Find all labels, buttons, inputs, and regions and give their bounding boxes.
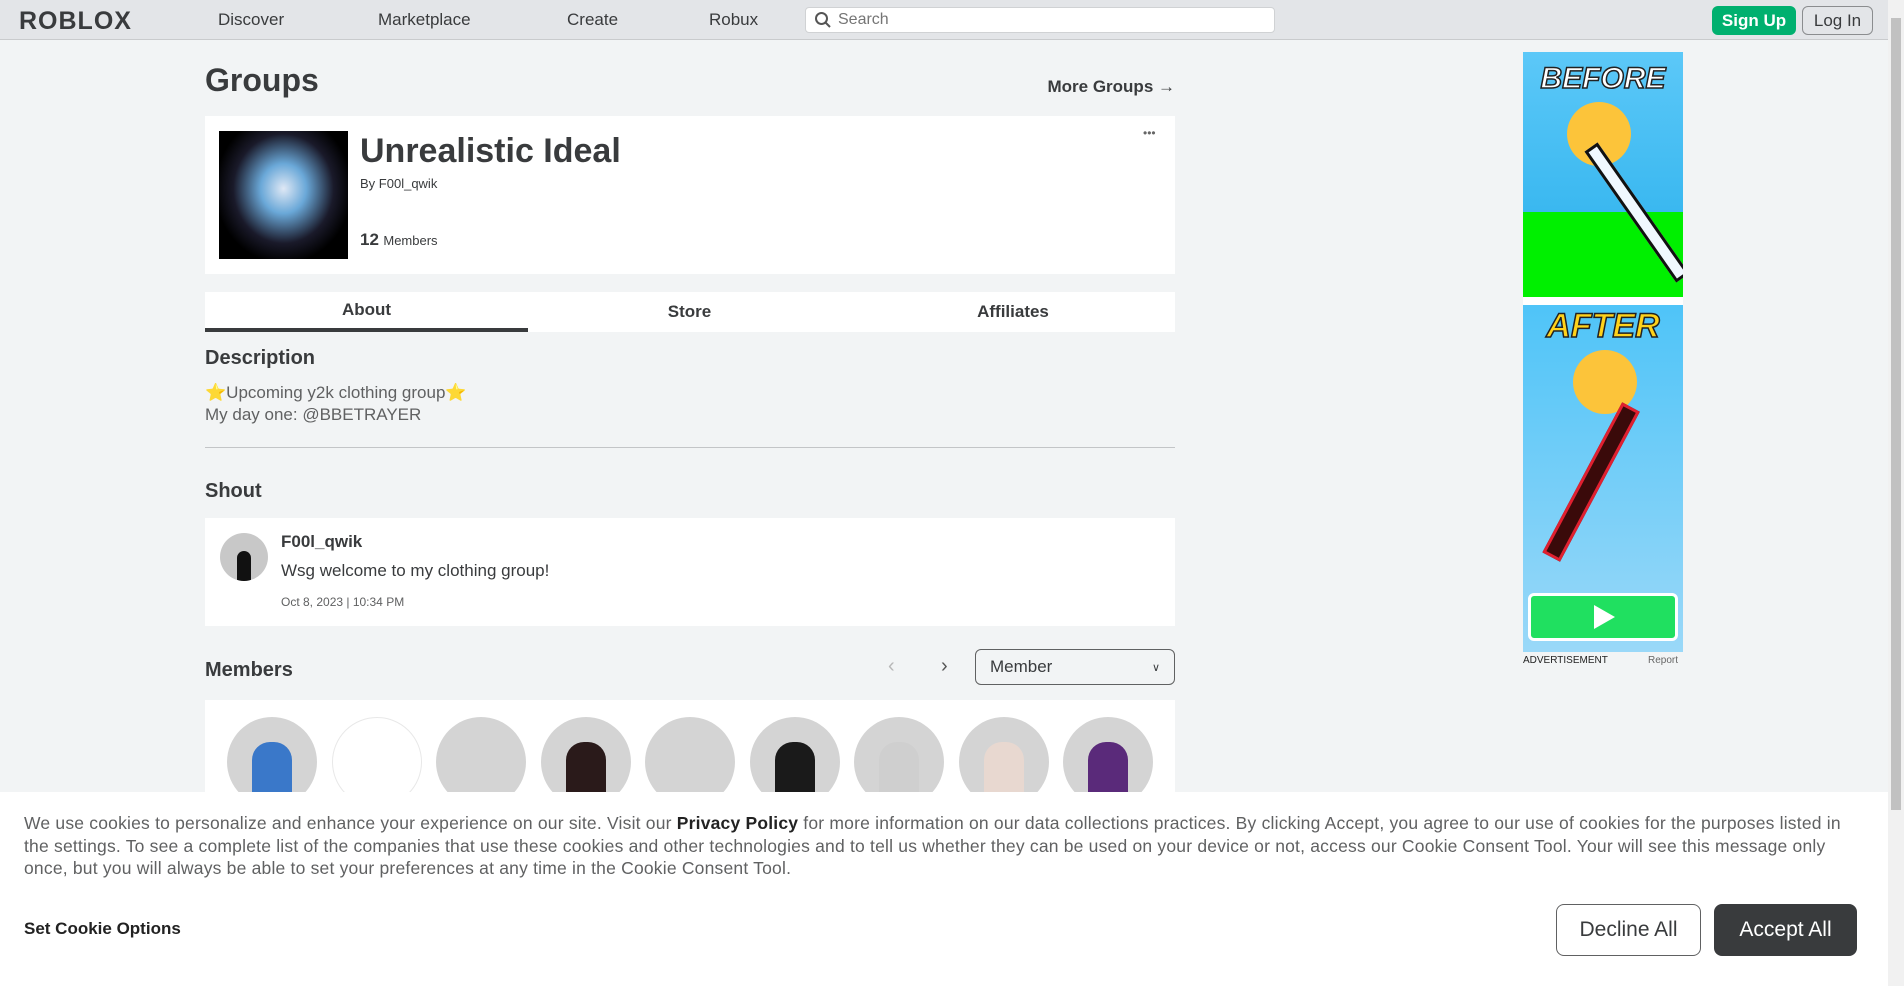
tab-about[interactable]: About [205, 292, 528, 332]
decline-all-button[interactable]: Decline All [1556, 904, 1701, 956]
role-select[interactable]: Member ∨ [975, 649, 1175, 685]
description-line-2: My day one: @BBETRAYER [205, 405, 422, 424]
search-box[interactable] [805, 7, 1275, 33]
play-icon [1594, 605, 1615, 629]
shout-heading: Shout [205, 480, 262, 502]
privacy-policy-link[interactable]: Privacy Policy [677, 813, 799, 833]
search-input[interactable] [838, 11, 1258, 29]
top-nav: ROBLOX Discover Marketplace Create Robux… [0, 0, 1888, 40]
member-count: 12 Members [360, 230, 438, 250]
cookie-message: We use cookies to personalize and enhanc… [24, 812, 1864, 880]
nav-marketplace[interactable]: Marketplace [378, 10, 471, 30]
prev-page-icon[interactable]: ‹ [888, 655, 895, 678]
accept-all-button[interactable]: Accept All [1714, 904, 1857, 956]
ad-report-link[interactable]: Report [1648, 655, 1678, 666]
ad-before-text: BEFORE [1540, 61, 1667, 96]
play-button[interactable] [1528, 593, 1678, 641]
roblox-logo[interactable]: ROBLOX [19, 7, 132, 36]
page-title: Groups [205, 62, 319, 98]
more-groups-link[interactable]: More Groups → [1040, 77, 1175, 97]
description-line-1: ⭐Upcoming y2k clothing group⭐ [205, 383, 467, 402]
sign-up-button[interactable]: Sign Up [1712, 6, 1796, 35]
chevron-down-icon: ∨ [1151, 661, 1160, 674]
cookie-banner: We use cookies to personalize and enhanc… [0, 792, 1888, 986]
search-icon [815, 12, 831, 28]
scrollbar[interactable] [1888, 0, 1904, 986]
member-count-value: 12 [360, 230, 379, 249]
tab-store[interactable]: Store [528, 292, 851, 332]
scrollbar-thumb[interactable] [1891, 18, 1901, 810]
tab-affiliates[interactable]: Affiliates [851, 292, 1175, 332]
set-cookie-options-link[interactable]: Set Cookie Options [24, 919, 181, 939]
log-in-button[interactable]: Log In [1802, 6, 1873, 35]
shout-author-avatar[interactable] [220, 533, 268, 581]
divider [205, 447, 1175, 448]
members-heading: Members [205, 659, 293, 681]
group-emblem [219, 131, 348, 259]
member-count-label: Members [383, 233, 438, 248]
nav-create[interactable]: Create [567, 10, 618, 30]
by-label: By [360, 176, 376, 191]
group-owner: By F00l_qwik [360, 176, 437, 191]
ad-label: ADVERTISEMENT [1523, 655, 1608, 666]
owner-link[interactable]: F00l_qwik [379, 176, 438, 191]
more-options-icon[interactable]: ••• [1143, 126, 1156, 140]
next-page-icon[interactable]: › [941, 655, 948, 678]
advertisement-banner[interactable]: BEFORE AFTER [1523, 52, 1683, 652]
cookie-text-1: We use cookies to personalize and enhanc… [24, 813, 677, 833]
role-select-value: Member [990, 657, 1053, 676]
nav-discover[interactable]: Discover [218, 10, 284, 30]
group-header-card: Unrealistic Ideal By F00l_qwik 12 Member… [205, 116, 1175, 274]
shout-author[interactable]: F00l_qwik [281, 532, 362, 552]
group-name: Unrealistic Ideal [360, 132, 621, 170]
nav-robux[interactable]: Robux [709, 10, 758, 30]
shout-message: Wsg welcome to my clothing group! [281, 561, 550, 580]
ad-after-text: AFTER [1546, 306, 1661, 346]
shout-timestamp: Oct 8, 2023 | 10:34 PM [281, 595, 405, 609]
shout-card: F00l_qwik Wsg welcome to my clothing gro… [205, 518, 1175, 626]
description-heading: Description [205, 347, 316, 369]
